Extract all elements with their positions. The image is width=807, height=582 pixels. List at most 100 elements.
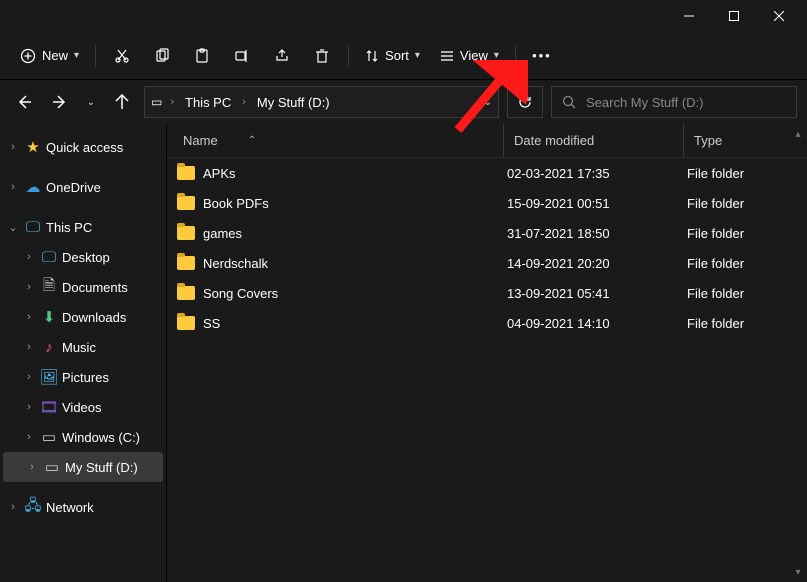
copy-button[interactable] [142, 38, 182, 74]
cut-button[interactable] [102, 38, 142, 74]
chevron-right-icon[interactable]: › [22, 281, 36, 293]
star-icon: ★ [24, 138, 42, 156]
sidebar-item-downloads[interactable]: › ⬇ Downloads [0, 302, 166, 332]
sort-icon [365, 49, 379, 63]
sidebar-item-videos[interactable]: › 🎞 Videos [0, 392, 166, 422]
view-label: View [460, 48, 488, 63]
file-name: SS [203, 316, 220, 331]
chevron-right-icon[interactable]: › [22, 401, 36, 413]
navigation-pane: › ★ Quick access › ☁ OneDrive ⌄ 🖵 This P… [0, 124, 167, 582]
file-row[interactable]: games31-07-2021 18:50File folder [167, 218, 807, 248]
toolbar: New ▾ Sort ▾ View ▾ ••• [0, 32, 807, 80]
sidebar-label: Quick access [46, 140, 123, 155]
title-bar [0, 0, 807, 32]
column-header-name[interactable]: Name ⌃ [183, 133, 503, 148]
sidebar-item-network[interactable]: › 🖧 Network [0, 492, 166, 522]
sidebar-label: This PC [46, 220, 92, 235]
cut-icon [114, 48, 130, 64]
file-name: Song Covers [203, 286, 278, 301]
copy-icon [154, 48, 170, 64]
file-type: File folder [677, 286, 807, 301]
chevron-right-icon[interactable]: › [6, 501, 20, 513]
vertical-scrollbar[interactable]: ▴ [791, 126, 805, 580]
chevron-right-icon[interactable]: › [22, 371, 36, 383]
breadcrumb-root[interactable]: This PC [182, 95, 234, 110]
maximize-button[interactable] [711, 1, 756, 31]
folder-icon [177, 286, 195, 300]
file-date: 31-07-2021 18:50 [497, 226, 677, 241]
new-button[interactable]: New ▾ [10, 38, 89, 74]
file-row[interactable]: APKs02-03-2021 17:35File folder [167, 158, 807, 188]
header-label: Type [694, 133, 722, 148]
address-bar[interactable]: ▭ › This PC › My Stuff (D:) ⌄ [144, 86, 499, 118]
close-button[interactable] [756, 1, 801, 31]
refresh-button[interactable] [507, 86, 543, 118]
sort-button[interactable]: Sort ▾ [355, 38, 430, 74]
header-label: Name [183, 133, 218, 148]
sidebar-label: Network [46, 500, 94, 515]
chevron-right-icon[interactable]: › [25, 461, 39, 473]
chevron-right-icon[interactable]: › [22, 341, 36, 353]
column-headers: Name ⌃ Date modified Type [167, 124, 807, 158]
chevron-right-icon[interactable]: › [22, 251, 36, 263]
more-button[interactable]: ••• [522, 38, 562, 74]
rename-button[interactable] [222, 38, 262, 74]
sidebar-item-my-stuff-d[interactable]: › ▭ My Stuff (D:) [3, 452, 163, 482]
sidebar-label: Windows (C:) [62, 430, 140, 445]
file-rows: APKs02-03-2021 17:35File folderBook PDFs… [167, 158, 807, 338]
up-button[interactable] [108, 88, 136, 116]
column-header-date[interactable]: Date modified [503, 124, 683, 157]
scroll-up-icon[interactable]: ▴ [791, 126, 805, 142]
column-header-type[interactable]: Type [683, 124, 807, 157]
search-box[interactable]: Search My Stuff (D:) [551, 86, 797, 118]
chevron-down-icon: ▾ [494, 50, 499, 61]
content: › ★ Quick access › ☁ OneDrive ⌄ 🖵 This P… [0, 124, 807, 582]
scroll-down-icon[interactable]: ▾ [791, 564, 805, 580]
file-row[interactable]: Book PDFs15-09-2021 00:51File folder [167, 188, 807, 218]
forward-button[interactable] [46, 88, 74, 116]
back-button[interactable] [10, 88, 38, 116]
plus-circle-icon [20, 48, 36, 64]
file-list-pane: Name ⌃ Date modified Type APKs02-03-2021… [167, 124, 807, 582]
breadcrumb-current[interactable]: My Stuff (D:) [254, 95, 333, 110]
drive-icon: ▭ [43, 458, 61, 476]
delete-button[interactable] [302, 38, 342, 74]
sidebar-item-quick-access[interactable]: › ★ Quick access [0, 132, 166, 162]
sidebar-item-documents[interactable]: › 🗎 Documents [0, 272, 166, 302]
recent-dropdown[interactable]: ⌄ [82, 88, 100, 116]
sidebar-item-music[interactable]: › ♪ Music [0, 332, 166, 362]
search-placeholder: Search My Stuff (D:) [586, 95, 704, 110]
file-date: 04-09-2021 14:10 [497, 316, 677, 331]
sidebar-label: Documents [62, 280, 128, 295]
chevron-right-icon[interactable]: › [6, 141, 20, 153]
chevron-down-icon[interactable]: ⌄ [6, 221, 20, 234]
chevron-right-icon[interactable]: › [6, 181, 20, 193]
sidebar-label: Pictures [62, 370, 109, 385]
sidebar-item-this-pc[interactable]: ⌄ 🖵 This PC [0, 212, 166, 242]
arrow-up-icon [114, 94, 130, 110]
chevron-right-icon: › [240, 96, 248, 108]
paste-button[interactable] [182, 38, 222, 74]
videos-icon: 🎞 [40, 398, 58, 416]
file-type: File folder [677, 166, 807, 181]
rename-icon [234, 48, 250, 64]
drive-icon: ▭ [40, 428, 58, 446]
folder-icon [177, 316, 195, 330]
sort-label: Sort [385, 48, 409, 63]
file-row[interactable]: Song Covers13-09-2021 05:41File folder [167, 278, 807, 308]
share-button[interactable] [262, 38, 302, 74]
chevron-right-icon[interactable]: › [22, 431, 36, 443]
file-row[interactable]: Nerdschalk14-09-2021 20:20File folder [167, 248, 807, 278]
sidebar-item-onedrive[interactable]: › ☁ OneDrive [0, 172, 166, 202]
sidebar-item-desktop[interactable]: › 🖵 Desktop [0, 242, 166, 272]
view-button[interactable]: View ▾ [430, 38, 509, 74]
address-dropdown[interactable]: ⌄ [484, 97, 492, 108]
sidebar-item-windows-c[interactable]: › ▭ Windows (C:) [0, 422, 166, 452]
sidebar-item-pictures[interactable]: › 🖼 Pictures [0, 362, 166, 392]
file-row[interactable]: SS04-09-2021 14:10File folder [167, 308, 807, 338]
chevron-right-icon[interactable]: › [22, 311, 36, 323]
file-name: games [203, 226, 242, 241]
minimize-button[interactable] [666, 1, 711, 31]
view-icon [440, 49, 454, 63]
sort-up-icon: ⌃ [248, 135, 256, 146]
